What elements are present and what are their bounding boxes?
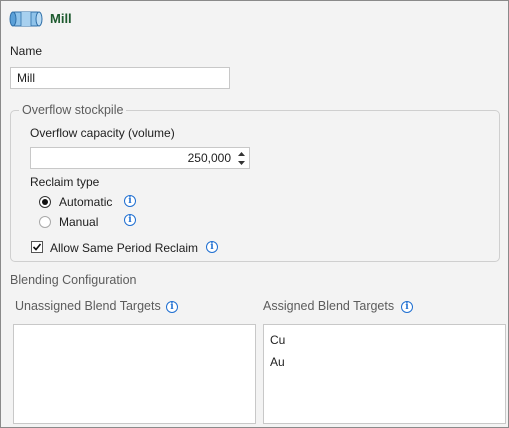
info-icon[interactable]: i xyxy=(124,195,136,207)
reclaim-type-label: Reclaim type xyxy=(30,175,100,189)
info-icon[interactable]: i xyxy=(401,301,413,313)
check-icon xyxy=(32,243,42,251)
list-item[interactable]: Cu xyxy=(270,333,285,347)
assigned-blend-targets-label: Assigned Blend Targets xyxy=(263,299,395,313)
properties-panel: Mill Name Mill Overflow stockpile Overfl… xyxy=(0,0,509,428)
allow-same-period-label[interactable]: Allow Same Period Reclaim xyxy=(50,241,198,255)
unassigned-blend-targets-list[interactable] xyxy=(13,324,256,424)
chevron-down-icon[interactable] xyxy=(237,158,246,167)
reclaim-automatic-label[interactable]: Automatic xyxy=(59,195,112,209)
list-item[interactable]: Au xyxy=(270,355,285,369)
info-icon[interactable]: i xyxy=(124,214,136,226)
assigned-blend-targets-list[interactable]: Cu Au xyxy=(263,324,506,424)
allow-same-period-checkbox[interactable] xyxy=(31,241,43,253)
overflow-capacity-value: 250,000 xyxy=(187,151,231,165)
overflow-stockpile-legend: Overflow stockpile xyxy=(19,103,127,117)
info-icon[interactable]: i xyxy=(206,241,218,253)
name-label: Name xyxy=(10,44,43,58)
overflow-capacity-label: Overflow capacity (volume) xyxy=(30,126,175,140)
page-title: Mill xyxy=(50,11,72,26)
mill-icon xyxy=(9,11,43,27)
name-input[interactable]: Mill xyxy=(10,67,230,89)
info-icon[interactable]: i xyxy=(166,301,178,313)
reclaim-manual-radio[interactable] xyxy=(39,216,51,228)
unassigned-blend-targets-label: Unassigned Blend Targets xyxy=(15,299,161,313)
reclaim-automatic-radio[interactable] xyxy=(39,196,51,208)
blending-configuration-heading: Blending Configuration xyxy=(10,273,137,287)
overflow-capacity-stepper[interactable]: 250,000 xyxy=(30,147,250,169)
reclaim-manual-label[interactable]: Manual xyxy=(59,215,98,229)
